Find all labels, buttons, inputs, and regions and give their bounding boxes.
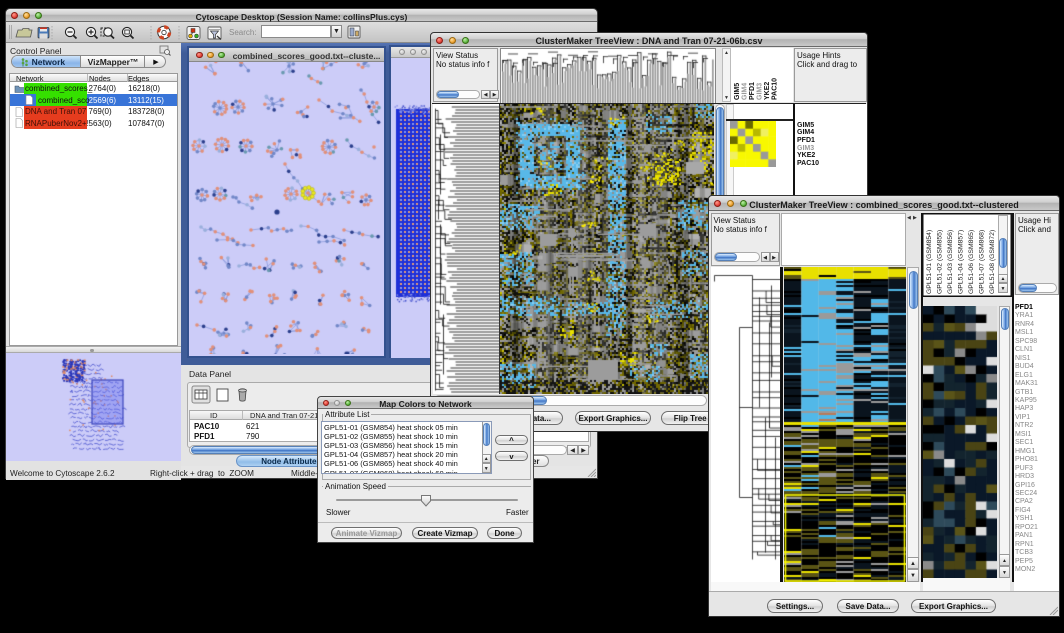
svg-text:GPL51-06 (GSM865): GPL51-06 (GSM865) bbox=[968, 230, 975, 294]
svg-text:GIM4: GIM4 bbox=[742, 83, 749, 100]
svg-text:GPL51-04 (GSM857): GPL51-04 (GSM857) bbox=[958, 230, 965, 294]
svg-text:PAC10: PAC10 bbox=[772, 78, 779, 100]
svg-text:GIM5: GIM5 bbox=[734, 83, 741, 100]
svg-text:GPL51-03 (GSM856): GPL51-03 (GSM856) bbox=[947, 230, 954, 294]
svg-text:GPL51-08 (GSM872): GPL51-08 (GSM872) bbox=[989, 230, 996, 294]
svg-text:GPL51-02 (GSM855): GPL51-02 (GSM855) bbox=[937, 230, 944, 294]
svg-text:YKE2: YKE2 bbox=[764, 82, 771, 100]
svg-text:PFD1: PFD1 bbox=[749, 82, 756, 100]
svg-text:GPL51-07 (GSM868): GPL51-07 (GSM868) bbox=[979, 230, 986, 294]
svg-text:GPL51-01 (GSM854): GPL51-01 (GSM854) bbox=[926, 230, 933, 294]
svg-text:GIM3: GIM3 bbox=[757, 83, 764, 100]
